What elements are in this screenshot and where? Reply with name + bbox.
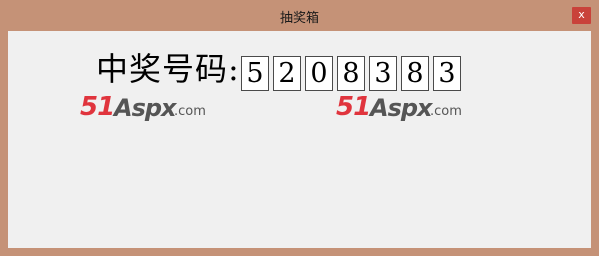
logo-prefix: 51 — [80, 92, 115, 122]
lottery-window: 抽奖箱 x 中奖号码: 5 2 0 8 3 8 3 51 Aspx .com 5… — [0, 0, 599, 256]
prize-digits: 5 2 0 8 3 8 3 — [241, 56, 465, 91]
digit-box: 5 — [241, 56, 269, 91]
logo-suffix: .com — [174, 104, 206, 119]
window-title: 抽奖箱 — [279, 11, 319, 26]
digit-box: 8 — [337, 56, 365, 91]
title-bar[interactable]: 抽奖箱 x — [0, 0, 599, 31]
digit-box: 0 — [305, 56, 333, 91]
digit-box: 3 — [433, 56, 461, 91]
logo-prefix: 51 — [336, 92, 371, 122]
prize-number-label: 中奖号码: — [96, 50, 240, 88]
close-button[interactable]: x — [572, 7, 591, 24]
digit-box: 2 — [273, 56, 301, 91]
51aspx-logo: 51 Aspx .com — [336, 92, 476, 124]
digit-box: 3 — [369, 56, 397, 91]
logo-brand: Aspx — [114, 94, 177, 122]
digit-box: 8 — [401, 56, 429, 91]
logo-brand: Aspx — [370, 94, 433, 122]
51aspx-logo: 51 Aspx .com — [80, 92, 220, 124]
logo-suffix: .com — [430, 104, 462, 119]
